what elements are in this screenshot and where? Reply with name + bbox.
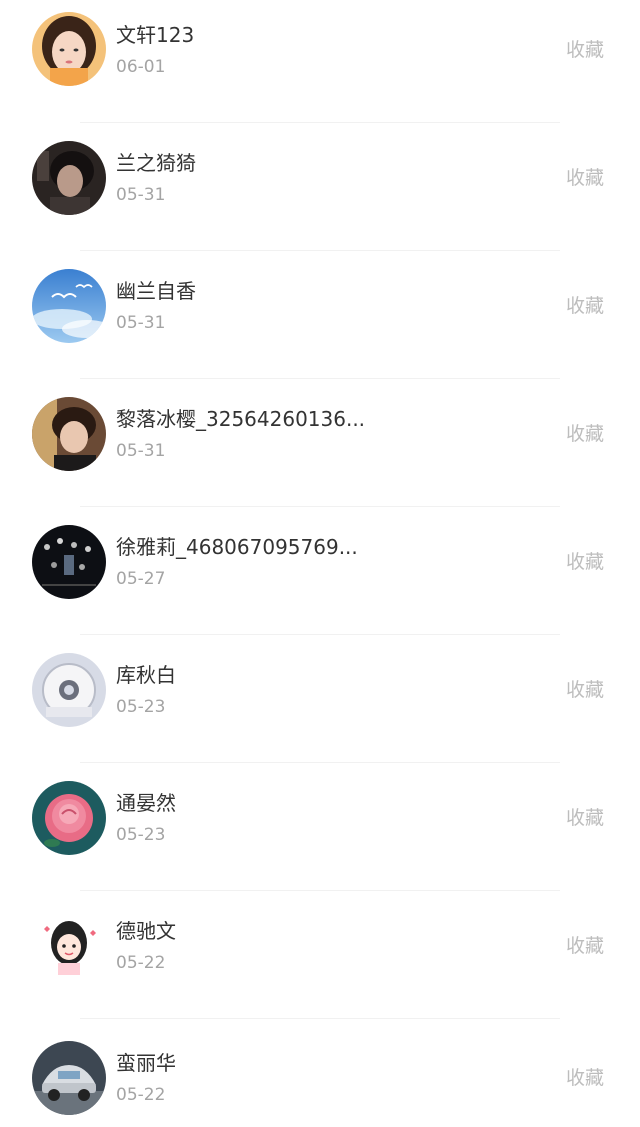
divider — [80, 890, 560, 891]
favorite-button[interactable]: 收藏 — [566, 677, 604, 703]
list-item[interactable]: 德驰文 05-22 收藏 — [0, 896, 640, 1024]
date-label: 05-22 — [116, 1085, 166, 1105]
user-name: 兰之猗猗 — [116, 151, 196, 175]
divider — [80, 250, 560, 251]
date-label: 05-31 — [116, 313, 166, 333]
date-label: 06-01 — [116, 57, 166, 77]
favorite-button[interactable]: 收藏 — [566, 549, 604, 575]
night-crowd-avatar[interactable] — [32, 525, 106, 599]
user-name: 徐雅莉_468067095769... — [116, 535, 358, 559]
favorite-button[interactable]: 收藏 — [566, 421, 604, 447]
car-avatar[interactable] — [32, 1041, 106, 1115]
date-label: 05-31 — [116, 185, 166, 205]
cartoon-girl-avatar[interactable] — [32, 909, 106, 983]
list-item[interactable]: 库秋白 05-23 收藏 — [0, 640, 640, 768]
favorite-button[interactable]: 收藏 — [566, 37, 604, 63]
dark-portrait-avatar[interactable] — [32, 141, 106, 215]
user-name: 通晏然 — [116, 791, 176, 815]
list-item[interactable]: 文轩123 06-01 收藏 — [0, 0, 640, 128]
divider — [80, 1018, 560, 1019]
divider — [80, 762, 560, 763]
sky-birds-avatar[interactable] — [32, 269, 106, 343]
boy-portrait-avatar[interactable] — [32, 397, 106, 471]
user-name: 蛮丽华 — [116, 1051, 176, 1075]
list-item[interactable]: 兰之猗猗 05-31 收藏 — [0, 128, 640, 256]
divider — [80, 634, 560, 635]
favorite-button[interactable]: 收藏 — [566, 933, 604, 959]
list-item[interactable]: 通晏然 05-23 收藏 — [0, 768, 640, 896]
list-item[interactable]: 徐雅莉_468067095769... 05-27 收藏 — [0, 512, 640, 640]
user-name: 德驰文 — [116, 919, 176, 943]
date-label: 05-23 — [116, 825, 166, 845]
date-label: 05-31 — [116, 441, 166, 461]
list-item[interactable]: 蛮丽华 05-22 收藏 — [0, 1024, 640, 1127]
favorite-button[interactable]: 收藏 — [566, 1065, 604, 1091]
girl-portrait-avatar[interactable] — [32, 12, 106, 86]
date-label: 05-23 — [116, 697, 166, 717]
list-item[interactable]: 幽兰自香 05-31 收藏 — [0, 256, 640, 384]
user-list: 文轩123 06-01 收藏 兰之猗猗 05-31 收藏 幽兰自香 05-31 … — [0, 0, 640, 1127]
user-name: 黎落冰樱_32564260136... — [116, 407, 366, 431]
favorite-button[interactable]: 收藏 — [566, 805, 604, 831]
user-name: 库秋白 — [116, 663, 176, 687]
divider — [80, 506, 560, 507]
divider — [80, 378, 560, 379]
date-label: 05-22 — [116, 953, 166, 973]
favorite-button[interactable]: 收藏 — [566, 293, 604, 319]
user-name: 文轩123 — [116, 23, 195, 47]
favorite-button[interactable]: 收藏 — [566, 165, 604, 191]
pink-rose-avatar[interactable] — [32, 781, 106, 855]
round-badge-avatar[interactable] — [32, 653, 106, 727]
list-item[interactable]: 黎落冰樱_32564260136... 05-31 收藏 — [0, 384, 640, 512]
date-label: 05-27 — [116, 569, 166, 589]
divider — [80, 122, 560, 123]
user-name: 幽兰自香 — [116, 279, 196, 303]
